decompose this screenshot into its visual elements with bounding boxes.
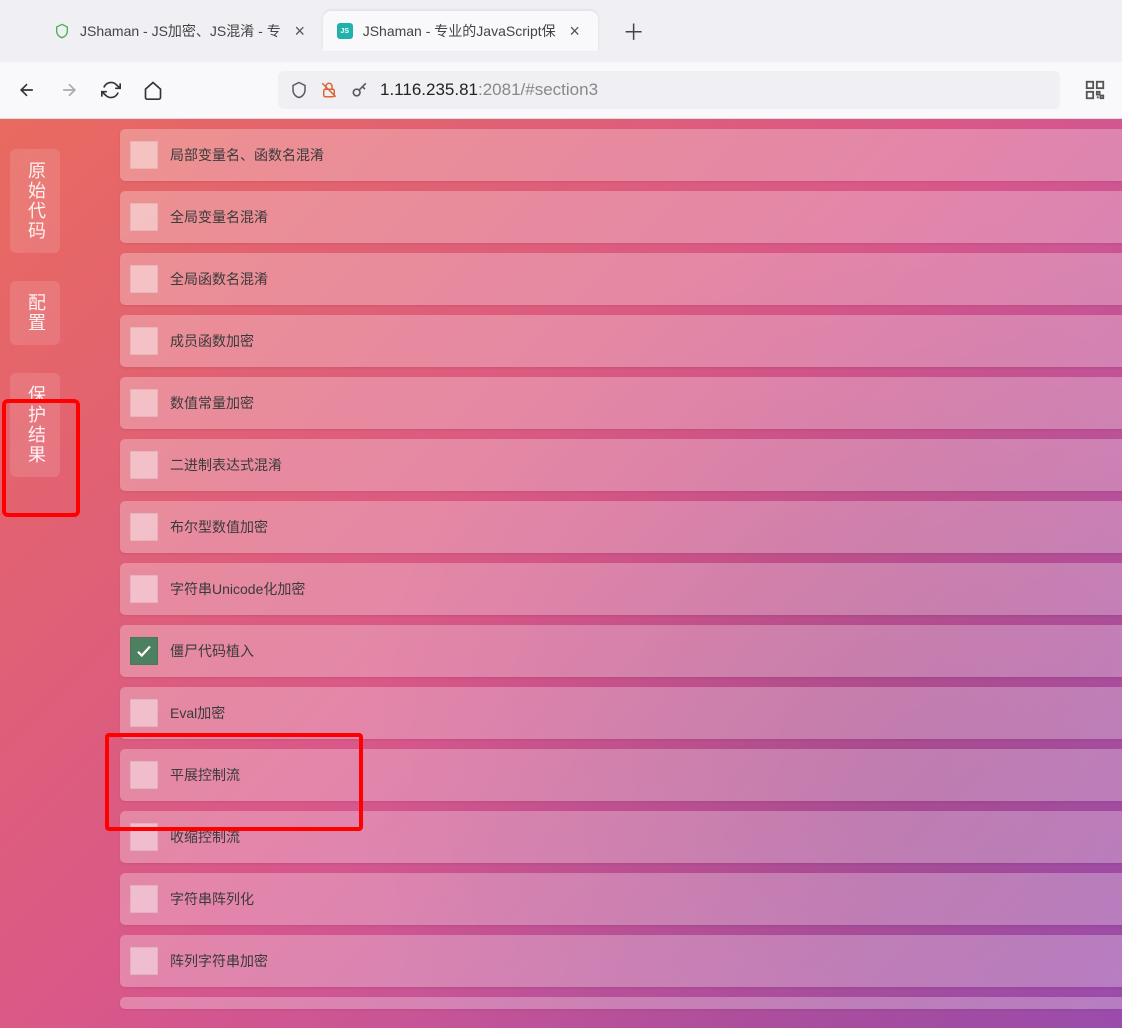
home-button[interactable] [136, 73, 170, 107]
reload-button[interactable] [94, 73, 128, 107]
side-nav-label: 原始代码 [21, 161, 49, 241]
checkbox[interactable] [130, 513, 158, 541]
url-bar[interactable]: 1.116.235.81:2081/#section3 [278, 71, 1060, 109]
checkbox[interactable] [130, 265, 158, 293]
checkbox[interactable] [130, 141, 158, 169]
option-row[interactable]: 局部变量名、函数名混淆 [120, 129, 1122, 181]
option-label: 数值常量加密 [170, 393, 254, 413]
option-label: 布尔型数值加密 [170, 517, 268, 537]
option-label: 局部变量名、函数名混淆 [170, 145, 324, 165]
option-row[interactable]: 字符串Unicode化加密 [120, 563, 1122, 615]
side-nav-label: 配置 [21, 293, 49, 333]
tab-title: JShaman - JS加密、JS混淆 - 专 [80, 21, 281, 41]
option-row[interactable]: 收缩控制流 [120, 811, 1122, 863]
checkbox[interactable] [130, 761, 158, 789]
browser-toolbar: 1.116.235.81:2081/#section3 [0, 62, 1122, 118]
side-nav-label: 保护结果 [21, 385, 49, 465]
tab-bar: JShaman - JS加密、JS混淆 - 专 × JShaman - 专业的J… [0, 0, 1122, 62]
checkbox[interactable] [130, 327, 158, 355]
option-row[interactable]: 布尔型数值加密 [120, 501, 1122, 553]
key-icon [350, 80, 370, 100]
checkbox[interactable] [130, 203, 158, 231]
option-row[interactable]: 平展控制流 [120, 749, 1122, 801]
qr-icon[interactable] [1078, 73, 1112, 107]
option-label: 全局变量名混淆 [170, 207, 268, 227]
option-label: 平展控制流 [170, 765, 240, 785]
option-label: Eval加密 [170, 703, 225, 723]
option-row-partial[interactable] [120, 997, 1122, 1009]
option-row[interactable]: 数值常量加密 [120, 377, 1122, 429]
checkbox[interactable] [130, 575, 158, 603]
option-row[interactable]: 字符串阵列化 [120, 873, 1122, 925]
url-text: 1.116.235.81:2081/#section3 [380, 80, 598, 100]
option-label: 阵列字符串加密 [170, 951, 268, 971]
option-label: 收缩控制流 [170, 827, 240, 847]
option-row[interactable]: Eval加密 [120, 687, 1122, 739]
insecure-lock-icon [320, 81, 338, 99]
option-row[interactable]: 全局函数名混淆 [120, 253, 1122, 305]
option-label: 字符串Unicode化加密 [170, 579, 305, 599]
option-label: 全局函数名混淆 [170, 269, 268, 289]
url-security-icons [290, 80, 370, 100]
browser-tab-active[interactable]: JShaman - 专业的JavaScript保 × [323, 11, 598, 51]
checkbox[interactable] [130, 699, 158, 727]
shield-icon [54, 23, 70, 39]
option-row-zombie-code[interactable]: 僵尸代码植入 [120, 625, 1122, 677]
side-nav: 原始代码 配置 保护结果 [10, 149, 60, 477]
new-tab-button[interactable]: ＋ [618, 15, 650, 47]
side-nav-source[interactable]: 原始代码 [10, 149, 60, 253]
option-label: 二进制表达式混淆 [170, 455, 282, 475]
tab-title: JShaman - 专业的JavaScript保 [363, 21, 556, 41]
page-content: 原始代码 配置 保护结果 局部变量名、函数名混淆 全局变量名混淆 全局函数名混淆… [0, 119, 1122, 1028]
checkbox-checked[interactable] [130, 637, 158, 665]
close-icon[interactable]: × [566, 22, 584, 40]
back-button[interactable] [10, 73, 44, 107]
close-icon[interactable]: × [291, 22, 309, 40]
checkbox[interactable] [130, 947, 158, 975]
side-nav-config[interactable]: 配置 [10, 281, 60, 345]
checkbox[interactable] [130, 823, 158, 851]
shield-icon [290, 81, 308, 99]
option-label: 僵尸代码植入 [170, 641, 254, 661]
option-row[interactable]: 成员函数加密 [120, 315, 1122, 367]
option-row[interactable]: 全局变量名混淆 [120, 191, 1122, 243]
option-row[interactable]: 二进制表达式混淆 [120, 439, 1122, 491]
checkbox[interactable] [130, 451, 158, 479]
options-panel: 局部变量名、函数名混淆 全局变量名混淆 全局函数名混淆 成员函数加密 数值常量加… [120, 129, 1122, 1028]
option-label: 成员函数加密 [170, 331, 254, 351]
checkbox[interactable] [130, 389, 158, 417]
js-icon [337, 23, 353, 39]
option-row[interactable]: 阵列字符串加密 [120, 935, 1122, 987]
browser-chrome: JShaman - JS加密、JS混淆 - 专 × JShaman - 专业的J… [0, 0, 1122, 119]
browser-tab-inactive[interactable]: JShaman - JS加密、JS混淆 - 专 × [40, 11, 323, 51]
forward-button[interactable] [52, 73, 86, 107]
option-label: 字符串阵列化 [170, 889, 254, 909]
checkbox[interactable] [130, 885, 158, 913]
check-icon [135, 642, 153, 660]
side-nav-result[interactable]: 保护结果 [10, 373, 60, 477]
